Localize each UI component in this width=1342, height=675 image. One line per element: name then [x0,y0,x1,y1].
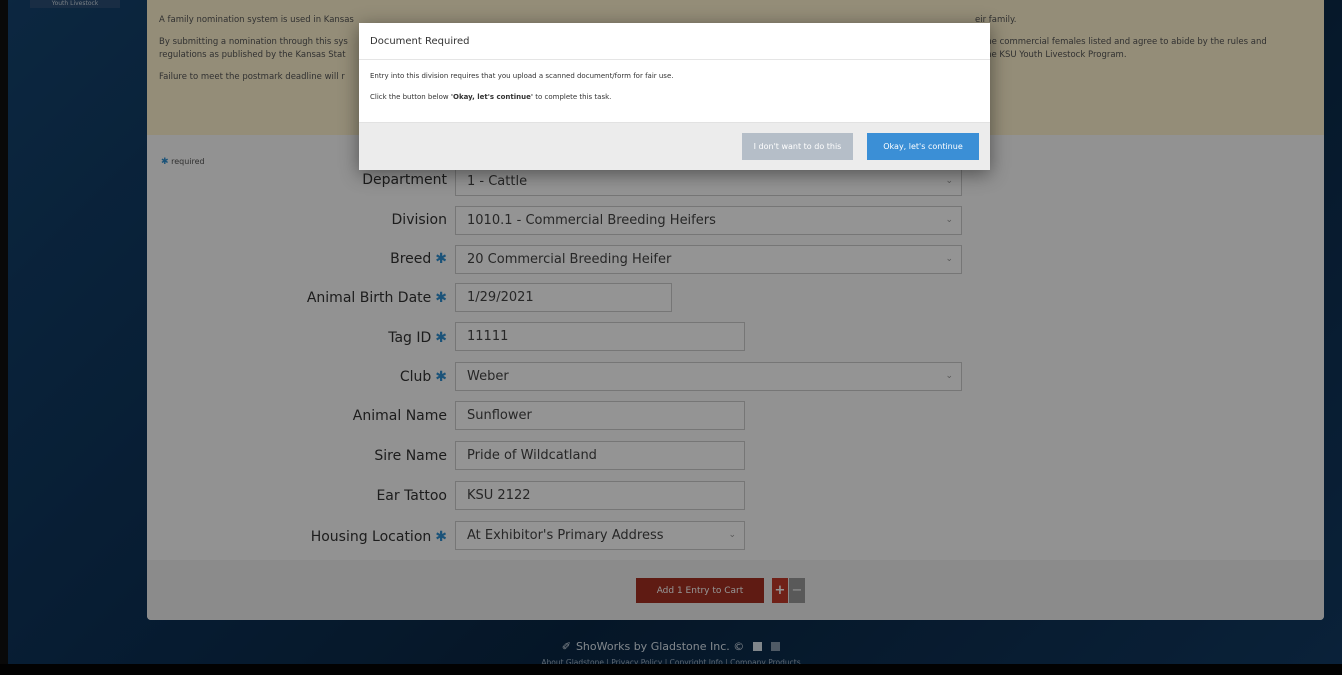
modal-line-1: Entry into this division requires that y… [370,72,674,80]
modal-body: Entry into this division requires that y… [359,60,990,120]
document-required-modal: Document Required Entry into this divisi… [359,23,990,170]
modal-line-2: Click the button below 'Okay, let's cont… [370,93,612,101]
decline-button[interactable]: I don't want to do this [742,133,853,160]
continue-button[interactable]: Okay, let's continue [867,133,979,160]
modal-footer: I don't want to do this Okay, let's cont… [359,122,990,170]
modal-title: Document Required [359,23,990,60]
